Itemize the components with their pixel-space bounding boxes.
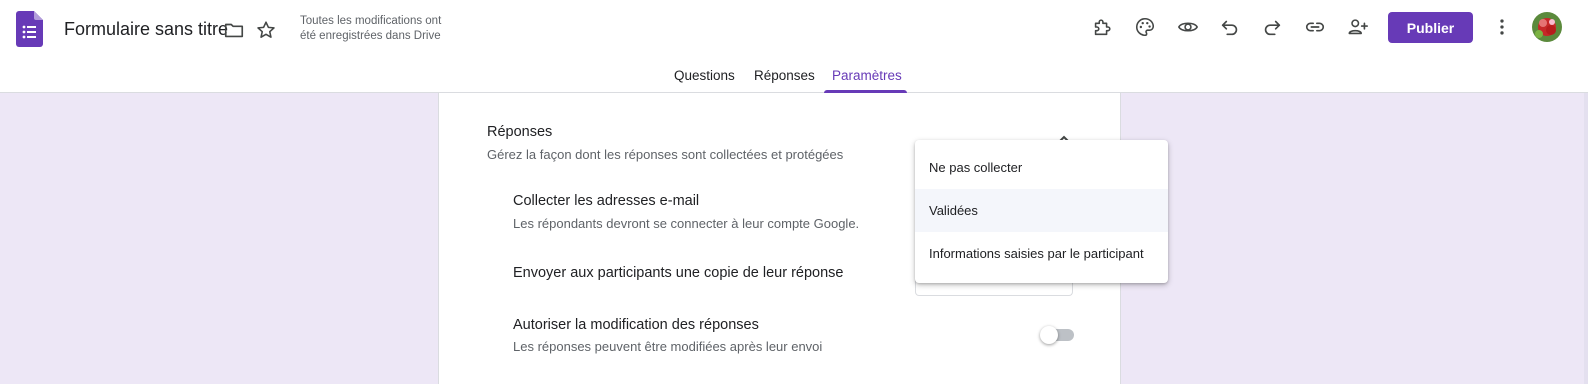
folder-icon[interactable] [216,12,252,48]
section-description: Gérez la façon dont les réponses sont co… [487,147,844,162]
preview-eye-icon[interactable] [1170,9,1206,45]
save-status: Toutes les modifications ont été enregis… [300,15,442,42]
top-bar: Formulaire sans titre Toutes les modific… [0,0,1588,93]
publish-button[interactable]: Publier [1388,12,1473,43]
addon-puzzle-icon[interactable] [1084,9,1120,45]
tab-settings[interactable]: Paramètres [832,68,902,83]
collect-email-title: Collecter les adresses e-mail [513,193,700,209]
redo-icon[interactable] [1254,9,1290,45]
link-icon[interactable] [1297,9,1333,45]
scrollbar[interactable] [1584,93,1588,384]
option-verified[interactable]: Validées [915,189,1168,232]
option-responder-input[interactable]: Informations saisies par le participant [915,232,1168,275]
undo-icon[interactable] [1212,9,1248,45]
tab-responses[interactable]: Réponses [754,68,815,83]
allow-edit-description: Les réponses peuvent être modifiées aprè… [513,339,823,354]
tab-bar: Questions Réponses Paramètres [0,60,1588,93]
section-title: Réponses [487,124,553,140]
send-copy-title: Envoyer aux participants une copie de le… [513,265,844,281]
allow-edit-title: Autoriser la modification des réponses [513,317,759,333]
allow-edit-toggle[interactable] [1040,326,1074,344]
star-icon[interactable] [248,12,284,48]
forms-logo-icon[interactable] [16,11,43,47]
form-title[interactable]: Formulaire sans titre [64,19,228,40]
avatar[interactable] [1532,12,1562,42]
option-do-not-collect[interactable]: Ne pas collecter [915,146,1168,189]
more-vert-icon[interactable] [1484,9,1520,45]
tab-questions[interactable]: Questions [674,68,735,83]
collect-email-description: Les répondants devront se connecter à le… [513,216,860,231]
add-collaborator-icon[interactable] [1340,9,1376,45]
palette-icon[interactable] [1127,9,1163,45]
toggle-thumb [1040,326,1058,344]
collect-email-dropdown: Ne pas collecter Validées Informations s… [915,140,1168,283]
